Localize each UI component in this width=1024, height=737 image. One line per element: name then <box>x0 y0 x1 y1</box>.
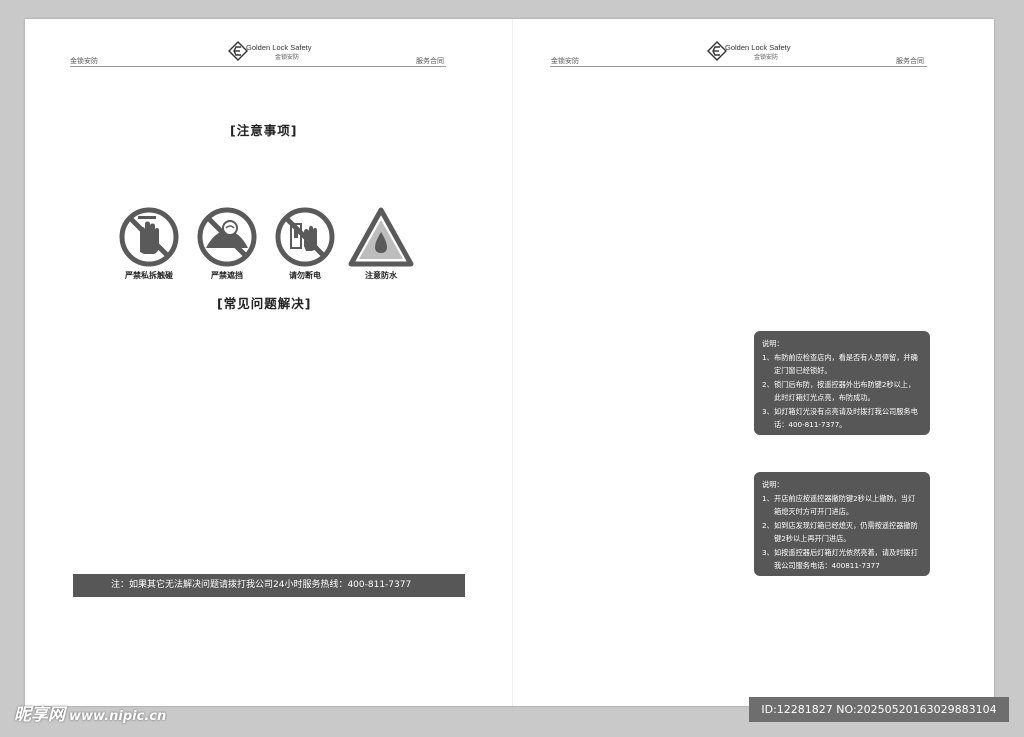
faq-title: [常见问题解决] <box>217 296 312 311</box>
note-number: 2、 <box>762 520 774 530</box>
logo-chinese-name: 金锁安防 <box>754 54 779 61</box>
no-power-off-icon <box>275 207 335 267</box>
disarming-instructions-box: 说明： 1、 开店前应按遥控器撤防键2秒以上撤防，当灯箱熄灭时方可开门进店。 2… <box>754 472 930 576</box>
note-item: 3、 如按遥控器后灯箱灯光依然亮着，请及时拨打我公司服务电话：400811-73… <box>762 546 922 573</box>
sign-label: 严禁遮挡 <box>211 271 243 280</box>
note-text: 布防前应检查店内，看是否有人员停留，并确定门窗已经锁好。 <box>774 352 918 376</box>
site-watermark: 昵享网 www.nipic.cn <box>14 700 166 725</box>
no-cover-icon <box>197 207 257 267</box>
note-text: 开店前应按遥控器撤防键2秒以上撤防，当灯箱熄灭时方可开门进店。 <box>774 493 916 517</box>
note-item: 2、 如到店发现灯箱已经熄灭，仍需按遥控器撤防键2秒以上再开门进店。 <box>762 519 922 546</box>
note-text: 如到店发现灯箱已经熄灭，仍需按遥控器撤防键2秒以上再开门进店。 <box>774 520 918 544</box>
header-right-text: 服务合同 <box>416 57 444 65</box>
note-number: 3、 <box>762 406 774 416</box>
header-left-text: 金锁安防 <box>70 57 98 65</box>
page-fold-divider <box>512 19 513 706</box>
note-text: 如按遥控器后灯箱灯光依然亮着，请及时拨打我公司服务电话：400811-7377 <box>774 547 918 571</box>
sign-no-power-off: 请勿断电 <box>272 206 338 281</box>
note-item: 2、 锁门后布防，按遥控器外出布防键2秒以上，此时灯箱灯光点亮，布防成功。 <box>762 378 922 405</box>
header-left-text: 金锁安防 <box>551 57 579 65</box>
golden-lock-logo-icon <box>228 41 248 61</box>
arming-instructions-box: 说明： 1、 布防前应检查店内，看是否有人员停留，并确定门窗已经锁好。 2、 锁… <box>754 331 930 435</box>
note-item: 1、 布防前应检查店内，看是否有人员停留，并确定门窗已经锁好。 <box>762 351 922 378</box>
image-id-watermark: ID:12281827 NO:20250520163029883104 <box>749 697 1009 722</box>
note-heading: 说明： <box>762 339 784 348</box>
logo-english-name: Golden Lock Safety <box>246 43 312 52</box>
sign-label: 严禁私拆触碰 <box>125 271 173 280</box>
right-page: Golden Lock Safety 金锁安防 金锁安防 服务合同 说明： 1、… <box>512 19 994 706</box>
header-right-text: 服务合同 <box>896 57 924 65</box>
note-number: 1、 <box>762 352 774 362</box>
note-text: 如灯箱灯光没有点亮请及时拨打我公司服务电话：400-811-7377。 <box>774 406 918 430</box>
sign-no-touch: 严禁私拆触碰 <box>116 206 182 281</box>
note-item: 3、 如灯箱灯光没有点亮请及时拨打我公司服务电话：400-811-7377。 <box>762 405 922 432</box>
note-number: 2、 <box>762 379 774 389</box>
note-item: 1、 开店前应按遥控器撤防键2秒以上撤防，当灯箱熄灭时方可开门进店。 <box>762 492 922 519</box>
watermark-url: www.nipic.cn <box>69 709 167 724</box>
sign-no-cover: 严禁遮挡 <box>194 206 260 281</box>
header-rule <box>70 66 446 67</box>
note-number: 1、 <box>762 493 774 503</box>
document-sheet: Golden Lock Safety 金锁安防 金锁安防 服务合同 [注意事项]… <box>25 19 994 706</box>
sign-label: 请勿断电 <box>289 271 321 280</box>
sign-waterproof: 注意防水 <box>348 206 414 281</box>
waterproof-warning-icon <box>348 207 414 267</box>
watermark-site-name: 昵享网 <box>14 705 65 725</box>
logo-english-name: Golden Lock Safety <box>725 43 791 52</box>
note-number: 3、 <box>762 547 774 557</box>
golden-lock-logo-icon <box>707 41 727 61</box>
notice-title: [注意事项] <box>230 123 298 138</box>
note-heading: 说明： <box>762 480 784 489</box>
note-text: 锁门后布防，按遥控器外出布防键2秒以上，此时灯箱灯光点亮，布防成功。 <box>774 379 916 403</box>
left-page: Golden Lock Safety 金锁安防 金锁安防 服务合同 [注意事项]… <box>25 19 512 706</box>
hotline-note-bar: 注：如果其它无法解决问题请拨打我公司24小时服务热线：400-811-7377 <box>73 574 465 597</box>
sign-label: 注意防水 <box>365 271 397 280</box>
no-touch-hand-icon <box>119 207 179 267</box>
header-rule <box>550 66 927 67</box>
logo-chinese-name: 金锁安防 <box>275 54 300 61</box>
